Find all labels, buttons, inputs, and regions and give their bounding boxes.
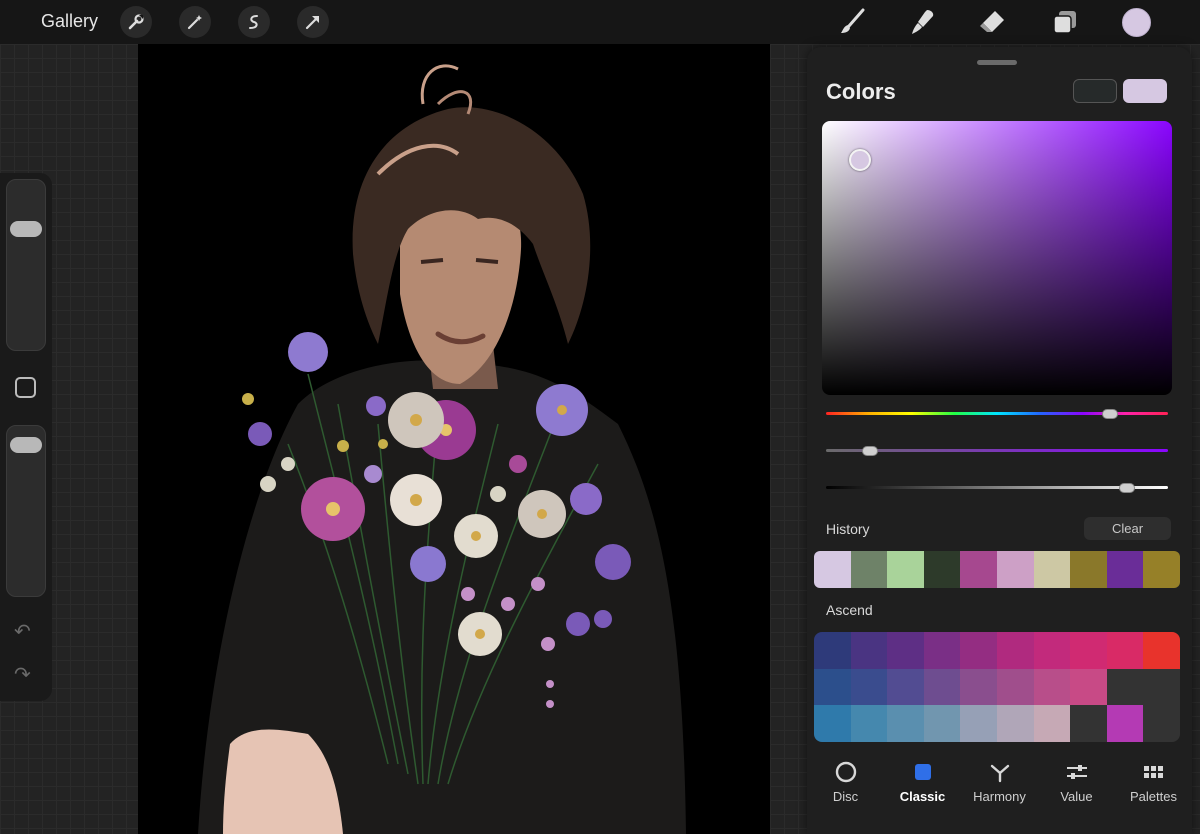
history-swatch[interactable] <box>1033 551 1071 588</box>
artwork-illustration <box>198 64 686 834</box>
panel-grabber[interactable] <box>977 60 1017 65</box>
primary-color-swatch[interactable] <box>1123 79 1167 103</box>
palette-swatch[interactable] <box>1106 632 1144 669</box>
tab-palettes[interactable]: Palettes <box>1115 755 1192 815</box>
palette-swatch[interactable] <box>923 705 961 742</box>
hue-slider-knob[interactable] <box>1101 409 1118 419</box>
history-swatch[interactable] <box>887 551 924 588</box>
palette-swatch[interactable] <box>996 705 1034 742</box>
palettes-grid-icon <box>1142 759 1166 785</box>
tab-label: Disc <box>832 789 859 804</box>
palette-swatch[interactable] <box>1106 668 1144 706</box>
tab-label: Value <box>1060 789 1093 804</box>
history-swatch[interactable] <box>1106 551 1144 588</box>
modify-square-icon[interactable] <box>15 377 36 398</box>
palette-swatch[interactable] <box>814 705 851 742</box>
palette-swatch[interactable] <box>1070 668 1107 706</box>
palette-swatch[interactable] <box>1033 668 1071 706</box>
tab-label: Harmony <box>973 789 1026 804</box>
layers-icon[interactable] <box>1048 6 1082 38</box>
disc-icon <box>835 759 857 785</box>
palette-swatch[interactable] <box>850 632 888 669</box>
history-swatch[interactable] <box>1143 551 1180 588</box>
history-label: History <box>826 521 870 537</box>
brightness-slider-knob[interactable] <box>1118 483 1135 493</box>
palette-swatch[interactable] <box>814 632 851 669</box>
palette-swatch[interactable] <box>1143 705 1180 742</box>
top-toolbar: Gallery <box>0 0 1200 44</box>
palette-swatch[interactable] <box>850 705 888 742</box>
brush-size-slider[interactable] <box>6 179 46 351</box>
color-picker-square[interactable] <box>822 121 1172 395</box>
tab-disc[interactable]: Disc <box>807 755 884 815</box>
brightness-slider[interactable] <box>826 486 1168 489</box>
current-color-button[interactable] <box>1122 8 1151 37</box>
history-swatch[interactable] <box>814 551 851 588</box>
secondary-color-swatch[interactable] <box>1073 79 1117 103</box>
palette-swatch[interactable] <box>923 632 961 669</box>
history-swatch[interactable] <box>850 551 888 588</box>
selection-icon[interactable] <box>238 6 270 38</box>
palette-swatch[interactable] <box>996 632 1034 669</box>
brush-size-thumb[interactable] <box>10 220 42 237</box>
brush-icon[interactable] <box>835 6 869 38</box>
history-swatches <box>814 551 1180 588</box>
palette-swatch[interactable] <box>1070 705 1107 742</box>
opacity-thumb[interactable] <box>10 436 42 453</box>
palette-swatch[interactable] <box>960 632 997 669</box>
smudge-icon[interactable] <box>905 6 939 38</box>
palette-swatch[interactable] <box>887 668 924 706</box>
saturation-slider-knob[interactable] <box>862 446 879 456</box>
color-mode-tabs: Disc Classic Harmony Value Palettes <box>807 755 1192 815</box>
gallery-button[interactable]: Gallery <box>41 11 98 32</box>
palette-swatch[interactable] <box>960 668 997 706</box>
clear-history-button[interactable]: Clear <box>1084 517 1171 540</box>
transform-arrow-icon[interactable] <box>297 6 329 38</box>
palette-swatch[interactable] <box>960 705 997 742</box>
palette-swatch[interactable] <box>850 668 888 706</box>
harmony-icon <box>988 759 1012 785</box>
tab-classic[interactable]: Classic <box>884 755 961 815</box>
eraser-icon[interactable] <box>975 6 1009 38</box>
palette-swatch[interactable] <box>923 668 961 706</box>
palette-swatch[interactable] <box>1143 632 1180 669</box>
palette-swatch[interactable] <box>996 668 1034 706</box>
palette-swatch[interactable] <box>1106 705 1144 742</box>
history-swatch[interactable] <box>1070 551 1107 588</box>
palette-name: Ascend <box>826 602 873 618</box>
history-swatch[interactable] <box>960 551 997 588</box>
magic-wand-icon[interactable] <box>179 6 211 38</box>
redo-icon[interactable]: ↷ <box>14 662 31 687</box>
classic-square-icon <box>912 759 934 785</box>
palette-swatch[interactable] <box>1033 705 1071 742</box>
tab-value[interactable]: Value <box>1038 755 1115 815</box>
side-toolbar: ↶ ↷ <box>0 173 52 701</box>
history-swatch[interactable] <box>996 551 1034 588</box>
sliders-icon <box>1065 759 1089 785</box>
tab-label: Palettes <box>1130 789 1177 804</box>
wrench-icon[interactable] <box>120 6 152 38</box>
panel-title: Colors <box>826 79 896 104</box>
palette-swatch[interactable] <box>887 632 924 669</box>
palette-grid <box>814 632 1180 742</box>
drawing-canvas[interactable] <box>138 44 770 834</box>
palette-swatch[interactable] <box>814 668 851 706</box>
opacity-slider[interactable] <box>6 425 46 597</box>
undo-icon[interactable]: ↶ <box>14 619 31 644</box>
tab-label: Classic <box>899 789 946 804</box>
palette-swatch[interactable] <box>1070 632 1107 669</box>
palette-swatch[interactable] <box>887 705 924 742</box>
colors-panel: Colors History Clear Ascend Disc Classic <box>807 47 1192 834</box>
color-picker-knob[interactable] <box>849 149 871 171</box>
history-swatch[interactable] <box>923 551 961 588</box>
palette-swatch[interactable] <box>1033 632 1071 669</box>
palette-swatch[interactable] <box>1143 668 1180 706</box>
tab-harmony[interactable]: Harmony <box>961 755 1038 815</box>
